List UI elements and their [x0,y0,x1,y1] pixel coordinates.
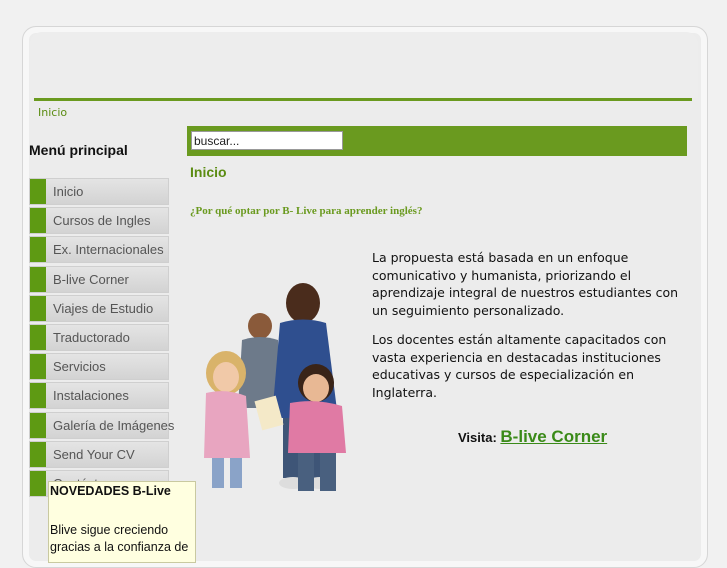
teachers-paragraph: Los docentes están altamente capacitados… [372,332,667,400]
menu-item-label: Instalaciones [53,388,129,404]
menu-item-servicios[interactable]: Servicios [29,353,169,381]
menu-marker [30,354,46,380]
menu-item-label: Send Your CV [53,446,135,462]
menu-item-ex-internacionales[interactable]: Ex. Internacionales [29,236,169,264]
menu-marker [30,179,46,204]
menu-item-galeria[interactable]: Galería de Imágenes [29,411,174,439]
menu-item-label: Ex. Internacionales [53,242,164,258]
main-menu: Inicio Cursos de Ingles Ex. Internaciona… [29,178,174,499]
news-title: NOVEDADES B-Live [50,484,171,498]
menu-item-traductorado[interactable]: Traductorado [29,323,169,351]
menu-item-send-your-cv[interactable]: Send Your CV [29,440,169,468]
menu-item-label: Galería de Imágenes [53,417,175,433]
students-photo [198,278,373,508]
menu-item-cursos-de-ingles[interactable]: Cursos de Ingles [29,207,169,235]
page-title: Inicio [190,164,227,180]
menu-marker [30,470,46,496]
menu-item-label: B-live Corner [53,271,129,287]
menu-marker [30,295,46,321]
menu-item-label: Servicios [53,359,106,375]
menu-item-label: Cursos de Ingles [53,213,151,229]
menu-marker [30,237,46,263]
menu-marker [30,441,46,467]
blive-corner-link[interactable]: B-live Corner [500,427,607,446]
menu-item-label: Viajes de Estudio [53,300,154,316]
content-question: ¿Por qué optar por B- Live para aprender… [190,205,423,217]
menu-item-viajes-de-estudio[interactable]: Viajes de Estudio [29,294,169,322]
menu-item-instalaciones[interactable]: Instalaciones [29,382,169,410]
menu-item-blive-corner[interactable]: B-live Corner [29,265,169,293]
menu-marker [30,412,46,438]
news-body: Blive sigue creciendo gracias a la confi… [50,523,189,554]
search-input[interactable] [191,131,343,150]
header-banner [30,32,698,98]
menu-marker [30,383,46,409]
header-divider [34,98,692,101]
breadcrumb-home-link[interactable]: Inicio [38,106,67,119]
visit-line: Visita: B-live Corner [458,427,608,446]
menu-marker [30,324,46,350]
menu-item-inicio[interactable]: Inicio [29,178,169,205]
visit-prefix: Visita [458,430,493,445]
sidebar-title: Menú principal [29,142,128,158]
news-box: NOVEDADES B-Live Blive sigue creciendo g… [48,481,196,563]
menu-item-label: Traductorado [53,329,130,345]
menu-marker [30,266,46,292]
menu-item-label: Inicio [53,184,84,199]
menu-marker [30,208,46,234]
intro-paragraph: La propuesta está basada en un enfoque c… [372,250,679,318]
